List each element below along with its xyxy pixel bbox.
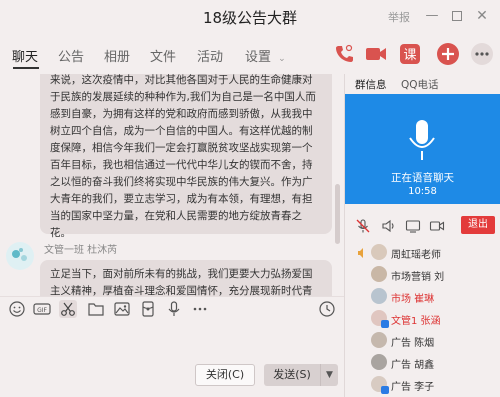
speaker-icon[interactable] bbox=[381, 218, 397, 234]
more-icon[interactable] bbox=[470, 42, 494, 66]
list-item[interactable]: 市场营销 刘 bbox=[345, 264, 500, 286]
class-icon[interactable]: 课 bbox=[398, 42, 422, 66]
member-name: 周虹瑶老师 bbox=[391, 250, 441, 261]
close-window-button[interactable]: ✕ bbox=[472, 6, 492, 26]
message-input[interactable] bbox=[0, 320, 344, 360]
right-panel-tabs: 群信息 QQ电话 bbox=[345, 74, 500, 94]
member-name: 市场 崔琳 bbox=[391, 294, 435, 305]
avatar bbox=[371, 354, 387, 370]
red-packet-icon[interactable] bbox=[139, 300, 157, 318]
qq-group-chat-window: 18级公告大群 举报 — ✕ 聊天 公告 相册 文件 活动 设置 ⌄ 课 来说，… bbox=[0, 0, 500, 397]
list-item[interactable]: 周虹瑶老师 bbox=[345, 242, 500, 264]
maximize-button[interactable] bbox=[447, 6, 467, 26]
gif-icon[interactable]: GIF bbox=[33, 300, 51, 318]
avatar bbox=[371, 244, 387, 260]
message-bubble: 来说，这次疫情中，对比其他各国对于人民的生命健康对于民族的发展延续的种种作为,我… bbox=[40, 74, 332, 239]
svg-text:GIF: GIF bbox=[37, 307, 47, 314]
list-item[interactable]: 广告 胡鑫 bbox=[345, 352, 500, 374]
list-item[interactable]: 广告 陈烟 bbox=[345, 330, 500, 352]
chevron-down-icon: ⌄ bbox=[278, 54, 286, 64]
avatar[interactable] bbox=[6, 242, 34, 270]
tab-settings-label: 设置 bbox=[245, 50, 272, 65]
add-icon[interactable] bbox=[436, 42, 460, 66]
voice-duration: 10:58 bbox=[408, 186, 437, 197]
tab-activities[interactable]: 活动 bbox=[197, 46, 223, 65]
screen-share-icon[interactable] bbox=[405, 218, 421, 234]
tab-chat[interactable]: 聊天 bbox=[12, 46, 38, 65]
list-item[interactable]: 广告 李子 bbox=[345, 374, 500, 396]
folder-icon[interactable] bbox=[87, 300, 105, 318]
phone-icon[interactable] bbox=[332, 42, 356, 66]
image-icon[interactable] bbox=[113, 300, 131, 318]
close-button[interactable]: 关闭(C) bbox=[195, 364, 255, 386]
send-options-dropdown[interactable]: ▼ bbox=[320, 364, 338, 386]
tab-group-info[interactable]: 群信息 bbox=[355, 77, 387, 92]
member-name: 市场营销 刘 bbox=[391, 272, 445, 283]
more-tools-icon[interactable] bbox=[191, 300, 209, 318]
list-item[interactable]: 市场 崔琳 bbox=[345, 286, 500, 308]
avatar bbox=[371, 266, 387, 282]
scissors-icon[interactable] bbox=[59, 300, 77, 318]
member-name: 广告 胡鑫 bbox=[391, 360, 435, 371]
member-list: 周虹瑶老师 市场营销 刘 市场 崔琳 文管1 张涵 广告 陈烟 广告 胡鑫 广告… bbox=[345, 242, 500, 397]
maximize-icon bbox=[452, 11, 462, 21]
avatar bbox=[371, 332, 387, 348]
microphone-icon[interactable] bbox=[165, 300, 183, 318]
video-icon[interactable] bbox=[364, 42, 388, 66]
history-icon[interactable] bbox=[318, 300, 336, 318]
send-button[interactable]: 发送(S) bbox=[264, 364, 320, 386]
chat-message-area[interactable]: 来说，这次疫情中，对比其他各国对于人民的生命健康对于民族的发展延续的种种作为,我… bbox=[0, 74, 344, 296]
tab-bar: 聊天 公告 相册 文件 活动 设置 ⌄ 课 bbox=[0, 34, 500, 74]
tab-album[interactable]: 相册 bbox=[104, 46, 130, 65]
message-sender: 文管一班 杜沐芮 bbox=[44, 245, 118, 256]
svg-text:课: 课 bbox=[403, 48, 416, 63]
title-bar: 18级公告大群 举报 — ✕ bbox=[0, 0, 500, 34]
device-badge bbox=[381, 386, 389, 394]
voice-status: 正在语音聊天 bbox=[391, 172, 454, 184]
speaking-icon bbox=[358, 248, 363, 258]
avatar bbox=[371, 288, 387, 304]
camera-icon[interactable] bbox=[429, 218, 445, 234]
tab-qq-call[interactable]: QQ电话 bbox=[401, 77, 439, 92]
microphone-muted-icon[interactable] bbox=[355, 218, 371, 234]
tab-files[interactable]: 文件 bbox=[150, 46, 176, 65]
avatar-image bbox=[6, 242, 34, 270]
voice-chat-panel: 正在语音聊天 10:58 bbox=[345, 94, 500, 204]
member-name: 文管1 张涵 bbox=[391, 316, 441, 327]
message-bubble: 立足当下，面对前所未有的挑战，我们更要大力弘扬爱国主义精神，厚植奋斗理念和爱国情… bbox=[40, 260, 332, 296]
list-item[interactable]: 文管1 张涵 bbox=[345, 308, 500, 330]
input-toolbar: GIF bbox=[0, 296, 344, 320]
voice-controls: 退出 bbox=[345, 214, 500, 238]
tab-announcement[interactable]: 公告 bbox=[58, 46, 84, 65]
minimize-button[interactable]: — bbox=[422, 6, 442, 26]
member-name: 广告 李子 bbox=[391, 382, 435, 393]
emoji-icon[interactable] bbox=[8, 300, 26, 318]
chat-scrollbar[interactable] bbox=[335, 184, 340, 244]
device-badge bbox=[381, 320, 389, 328]
report-link[interactable]: 举报 bbox=[388, 9, 410, 25]
exit-voice-button[interactable]: 退出 bbox=[461, 216, 495, 234]
chevron-down-icon: ▼ bbox=[326, 370, 333, 380]
microphone-icon bbox=[409, 120, 435, 160]
tab-settings[interactable]: 设置 ⌄ bbox=[245, 46, 286, 65]
active-tab-indicator bbox=[13, 67, 39, 69]
member-name: 广告 陈烟 bbox=[391, 338, 435, 349]
